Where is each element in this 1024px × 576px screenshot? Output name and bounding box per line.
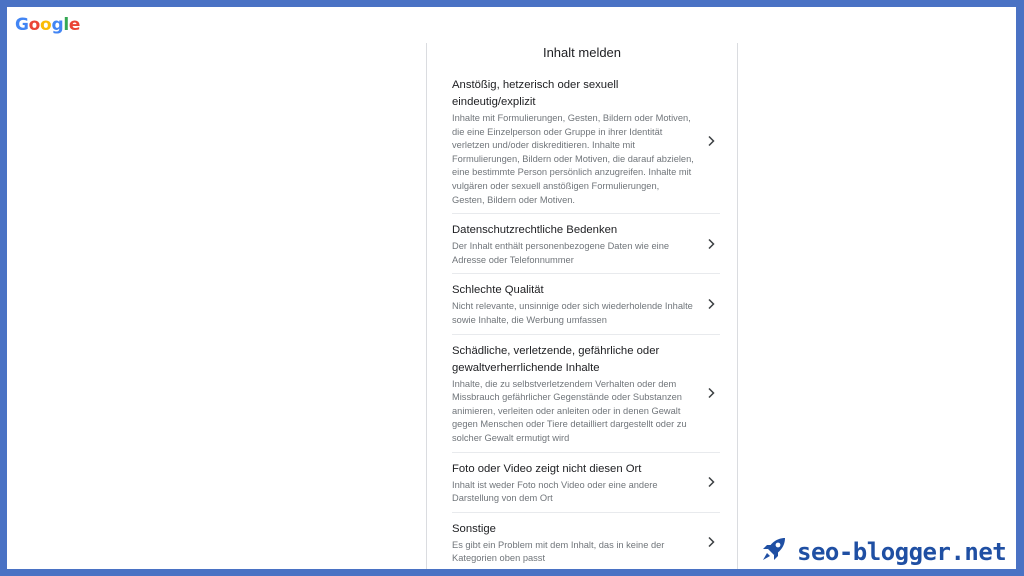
chevron-right-icon (704, 475, 718, 489)
report-option-wrong-place[interactable]: Foto oder Video zeigt nicht diesen Ort I… (452, 453, 720, 513)
option-title: Foto oder Video zeigt nicht diesen Ort (452, 462, 642, 475)
brand-text: seo-blogger.net (797, 537, 1007, 566)
report-options-list: Anstößig, hetzerisch oder sexuell eindeu… (452, 69, 720, 569)
screenshot-frame: Google Inhalt melden Anstößig, hetzerisc… (7, 7, 1016, 569)
report-option-privacy[interactable]: Datenschutzrechtliche Bedenken Der Inhal… (452, 214, 720, 275)
logo-letter: o (40, 15, 52, 35)
logo-letter: o (28, 15, 41, 35)
rocket-icon (759, 534, 789, 569)
google-logo[interactable]: Google (15, 15, 80, 35)
option-title: Schlechte Qualität (452, 284, 544, 297)
panel-title: Inhalt melden (542, 45, 622, 60)
option-description: Inhalte mit Formulierungen, Gesten, Bild… (452, 113, 694, 205)
option-title: Anstößig, hetzerisch oder sexuell eindeu… (452, 79, 619, 108)
chevron-right-icon (704, 297, 718, 311)
option-title: Schädliche, verletzende, gefährliche ode… (452, 344, 660, 374)
chevron-right-icon (704, 134, 718, 148)
option-description: Es gibt ein Problem mit dem Inhalt, das … (452, 539, 665, 564)
logo-letter: G (15, 15, 29, 35)
report-option-offensive[interactable]: Anstößig, hetzerisch oder sexuell eindeu… (452, 69, 720, 215)
brand-watermark: seo-blogger.net (759, 534, 1007, 569)
option-description: Nicht relevante, unsinnige oder sich wie… (452, 301, 693, 325)
report-option-other[interactable]: Sonstige Es gibt ein Problem mit dem Inh… (452, 513, 720, 569)
report-option-low-quality[interactable]: Schlechte Qualität Nicht relevante, unsi… (452, 274, 720, 335)
option-description: Inhalt ist weder Foto noch Video oder ei… (452, 479, 658, 504)
chevron-right-icon (704, 386, 718, 400)
report-content-panel: Inhalt melden Anstößig, hetzerisch oder … (426, 43, 738, 569)
option-description: Der Inhalt enthält personenbezogene Date… (452, 241, 670, 265)
logo-letter: g (51, 15, 64, 35)
option-description: Inhalte, die zu selbstverletzendem Verha… (452, 378, 687, 443)
logo-letter: e (68, 15, 81, 35)
chevron-right-icon (704, 535, 718, 549)
option-title: Sonstige (452, 522, 496, 535)
report-option-harmful[interactable]: Schädliche, verletzende, gefährliche ode… (452, 335, 720, 453)
chevron-right-icon (704, 237, 718, 251)
option-title: Datenschutzrechtliche Bedenken (452, 224, 618, 237)
